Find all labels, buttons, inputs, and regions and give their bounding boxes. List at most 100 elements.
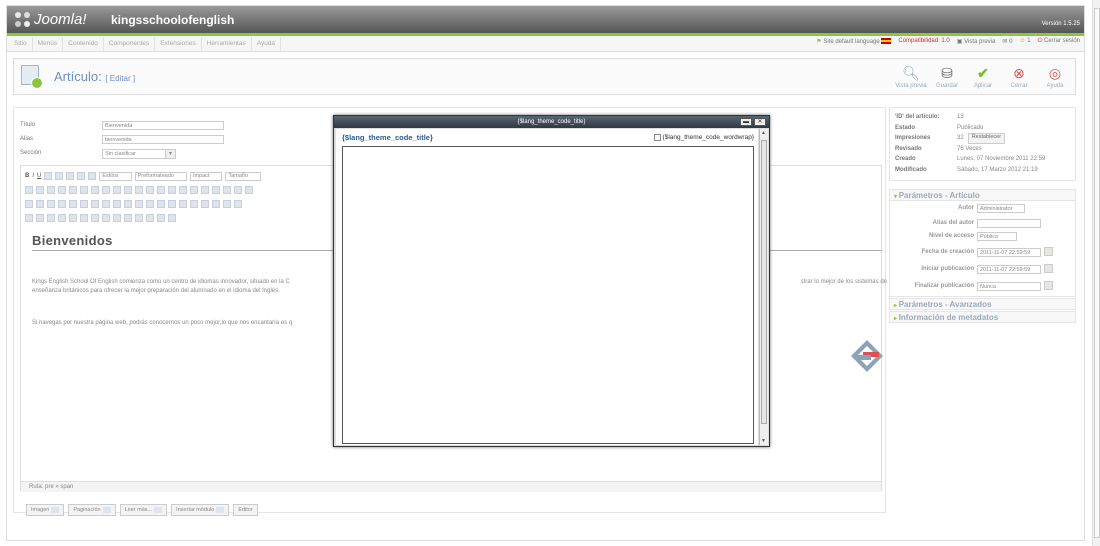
page-scrollbar[interactable] xyxy=(1092,0,1100,546)
row-props-icon[interactable] xyxy=(36,200,44,208)
publish-down-input[interactable]: Nunca xyxy=(977,282,1041,291)
author-alias-input[interactable] xyxy=(977,219,1041,228)
col-before-icon[interactable] xyxy=(91,200,99,208)
replace-icon[interactable] xyxy=(36,186,44,194)
remove-format-icon[interactable] xyxy=(157,200,165,208)
bullet-list-icon[interactable] xyxy=(47,186,55,194)
calendar-icon[interactable] xyxy=(1044,264,1053,273)
paste-text-icon[interactable] xyxy=(58,214,66,222)
nbsp-icon[interactable] xyxy=(102,214,110,222)
menu-herramientas[interactable]: Herramientas xyxy=(202,36,252,51)
quote-icon[interactable] xyxy=(168,214,176,222)
modal-scrollbar-thumb[interactable] xyxy=(761,140,767,424)
justify-icon[interactable] xyxy=(88,172,97,180)
menu-ayuda[interactable]: Ayuda xyxy=(252,36,282,51)
author-select[interactable]: Administrator xyxy=(977,204,1025,213)
outdent-icon[interactable] xyxy=(69,186,77,194)
cut-icon[interactable] xyxy=(25,214,33,222)
close-modal-icon[interactable]: ✕ xyxy=(754,118,766,126)
cell-props-icon[interactable] xyxy=(47,200,55,208)
panel-metadata[interactable]: Información de metadatos xyxy=(889,311,1076,323)
hr-icon[interactable] xyxy=(146,200,154,208)
close-button[interactable]: ⊗ Cerrar xyxy=(1001,64,1037,89)
split-cells-icon[interactable] xyxy=(124,200,132,208)
users-count[interactable]: ☺ 1 xyxy=(1019,38,1030,45)
pilcrow-icon[interactable] xyxy=(146,214,154,222)
readmore-button[interactable]: Leer más... xyxy=(119,504,168,516)
merge-cells-icon[interactable] xyxy=(135,200,143,208)
table-icon[interactable] xyxy=(25,200,33,208)
menu-contenido[interactable]: Contenido xyxy=(63,36,104,51)
code-textarea[interactable] xyxy=(342,146,754,444)
menu-extensiones[interactable]: Extensiones xyxy=(155,36,202,51)
reset-hits-button[interactable]: Restablecer xyxy=(967,133,1006,144)
menu-sitio[interactable]: Sitio xyxy=(9,36,33,51)
preview-editor-icon[interactable] xyxy=(212,186,220,194)
strike-icon[interactable] xyxy=(44,172,53,180)
visual-chars-icon[interactable] xyxy=(91,214,99,222)
align-right-icon[interactable] xyxy=(77,172,86,180)
preview-button[interactable]: 🔍︎ Vista previa xyxy=(893,64,929,89)
bg-color-icon[interactable] xyxy=(234,186,242,194)
indent-icon[interactable] xyxy=(80,186,88,194)
paste-icon[interactable] xyxy=(47,214,55,222)
delete-row-icon[interactable] xyxy=(80,200,88,208)
select-all-icon[interactable] xyxy=(80,214,88,222)
modal-title-bar[interactable]: {$lang_theme_code_title} xyxy=(334,116,769,128)
calendar-icon[interactable] xyxy=(1044,247,1053,256)
help-editor-icon[interactable] xyxy=(168,186,176,194)
fullscreen-icon[interactable] xyxy=(245,186,253,194)
logout-link[interactable]: ⏻ Cerrar sesión xyxy=(1038,38,1080,45)
wordwrap-toggle[interactable]: {$lang_theme_code_wordwrap} xyxy=(653,134,754,141)
font-select[interactable]: Impact xyxy=(189,171,223,181)
redo-icon[interactable] xyxy=(102,186,110,194)
underline-icon[interactable]: U xyxy=(37,173,41,179)
created-date-input[interactable]: 2011-11-07 22:59:59 xyxy=(977,248,1041,257)
bold-icon[interactable]: B xyxy=(25,173,29,179)
unlink-icon[interactable] xyxy=(124,186,132,194)
panel-article-params[interactable]: Parámetros - Artículo xyxy=(889,189,1076,201)
media-icon[interactable] xyxy=(223,200,231,208)
row-before-icon[interactable] xyxy=(58,200,66,208)
scroll-down-icon[interactable]: ▼ xyxy=(761,438,766,444)
panel-advanced-params[interactable]: Parámetros - Avanzados xyxy=(889,298,1076,310)
text-color-icon[interactable] xyxy=(223,186,231,194)
cleanup-icon[interactable] xyxy=(157,186,165,194)
scroll-up-icon[interactable]: ▲ xyxy=(761,130,766,136)
col-after-icon[interactable] xyxy=(102,200,110,208)
publish-up-input[interactable]: 2011-11-07 22:59:59 xyxy=(977,265,1041,274)
toggle-editor-button[interactable]: Editor xyxy=(233,504,258,516)
char-map-icon[interactable] xyxy=(201,200,209,208)
superscript-icon[interactable] xyxy=(190,200,198,208)
title-input[interactable]: Bienvenida xyxy=(102,121,224,130)
paste-word-icon[interactable] xyxy=(69,214,77,222)
html-icon[interactable] xyxy=(179,186,187,194)
modal-scrollbar[interactable]: ▲ ▼ xyxy=(759,129,768,445)
copy-icon[interactable] xyxy=(36,214,44,222)
image-button[interactable]: Imagen xyxy=(26,504,65,516)
page-scrollbar-thumb[interactable] xyxy=(1094,8,1100,538)
menu-componentes[interactable]: Componentes xyxy=(104,36,156,51)
calendar-icon[interactable] xyxy=(1044,281,1053,290)
cite-icon[interactable] xyxy=(124,214,132,222)
insert-time-icon[interactable] xyxy=(201,186,209,194)
align-center-icon[interactable] xyxy=(66,172,75,180)
delete-col-icon[interactable] xyxy=(113,200,121,208)
styles-select[interactable]: Estilos xyxy=(99,171,132,181)
insert-date-icon[interactable] xyxy=(190,186,198,194)
site-language-link[interactable]: ⚑ Site default language xyxy=(816,38,892,45)
apply-button[interactable]: ✔ Aplicar xyxy=(965,64,1001,89)
code-icon[interactable] xyxy=(157,214,165,222)
find-icon[interactable] xyxy=(25,186,33,194)
abbr-icon[interactable] xyxy=(135,214,143,222)
save-button[interactable]: ⛁ Guardar xyxy=(929,64,965,89)
number-list-icon[interactable] xyxy=(58,186,66,194)
access-select[interactable]: Público xyxy=(977,232,1017,241)
row-after-icon[interactable] xyxy=(69,200,77,208)
size-select[interactable]: Tamaño xyxy=(225,171,262,181)
undo-icon[interactable] xyxy=(91,186,99,194)
anchor-icon[interactable] xyxy=(135,186,143,194)
italic-icon[interactable]: I xyxy=(32,173,34,179)
menu-menus[interactable]: Menús xyxy=(33,36,64,51)
image-icon[interactable] xyxy=(146,186,154,194)
